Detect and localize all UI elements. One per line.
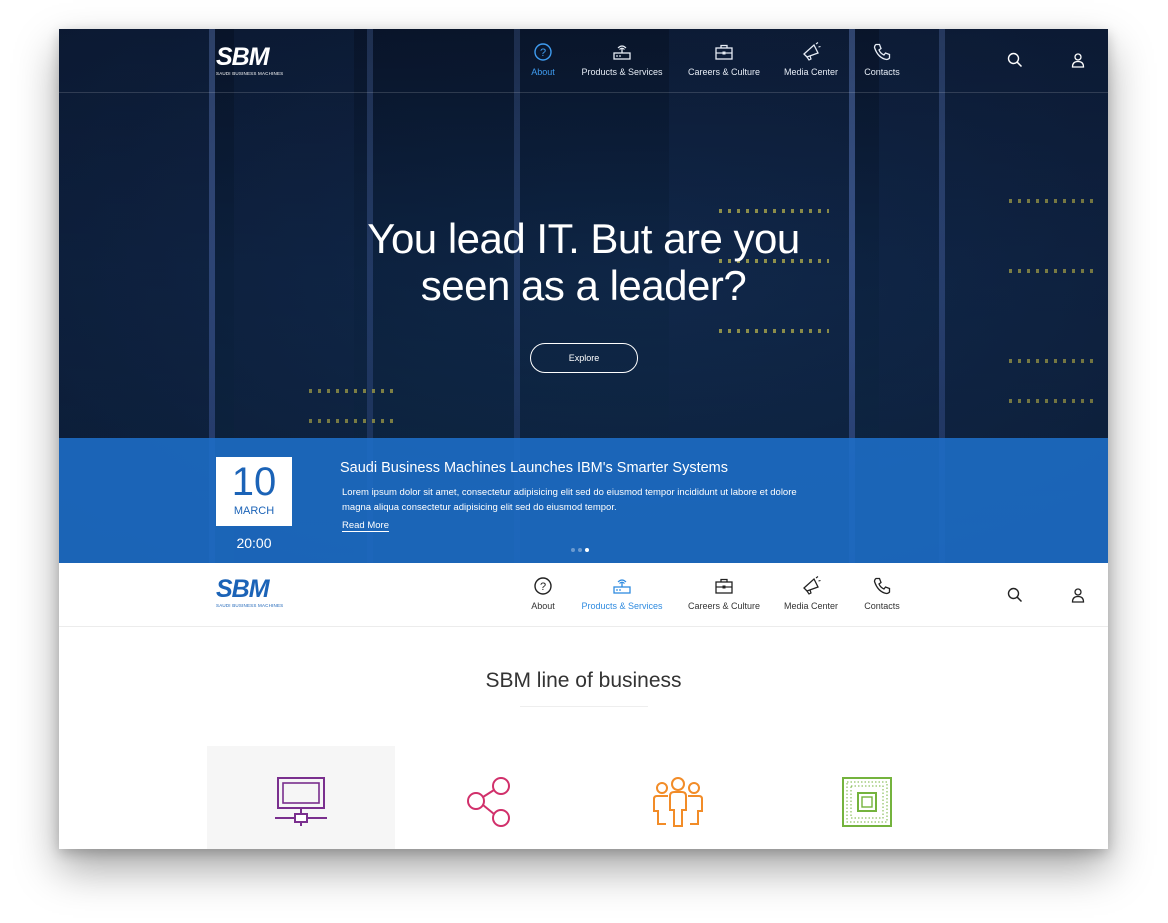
nav-media-center[interactable]: Media Center — [781, 576, 841, 611]
business-tile-connectivity[interactable] — [395, 746, 583, 849]
news-body: Lorem ipsum dolor sit amet, consectetur … — [342, 487, 797, 513]
people-group-icon — [653, 777, 703, 827]
sticky-navbar: SBM SAUDI BUSINESS MACHINES ? About Prod… — [59, 563, 1108, 627]
chip-icon — [842, 777, 892, 827]
nav-careers-culture[interactable]: Careers & Culture — [685, 576, 763, 611]
news-day: 10 — [231, 460, 277, 504]
phone-icon — [873, 43, 891, 61]
carousel-dot[interactable] — [571, 548, 575, 552]
svg-text:?: ? — [540, 581, 546, 593]
share-nodes-icon — [467, 777, 510, 827]
megaphone-icon — [803, 42, 821, 61]
nav-media-center[interactable]: Media Center — [781, 42, 841, 77]
nav-products-services[interactable]: Products & Services — [579, 576, 665, 611]
read-more-link[interactable]: Read More — [342, 520, 389, 532]
explore-button[interactable]: Explore — [530, 343, 638, 373]
briefcase-icon — [715, 578, 733, 594]
browser-frame: SBM SAUDI BUSINESS MACHINES ? About Prod… — [59, 29, 1108, 849]
hero-navbar: SBM SAUDI BUSINESS MACHINES ? About Prod… — [59, 29, 1108, 93]
search-icon[interactable] — [1007, 52, 1023, 68]
nav-contacts[interactable]: Contacts — [859, 42, 905, 77]
user-icon[interactable] — [1070, 52, 1086, 68]
news-title[interactable]: Saudi Business Machines Launches IBM's S… — [340, 460, 728, 476]
hero-headline: You lead IT. But are you seen as a leade… — [59, 215, 1108, 309]
hero-headline-line2: seen as a leader? — [420, 262, 747, 309]
megaphone-icon — [803, 576, 821, 595]
hero-headline-line1: You lead IT. But are you — [367, 215, 800, 262]
router-icon — [613, 579, 631, 594]
phone-icon — [873, 577, 891, 595]
carousel-dot[interactable] — [578, 548, 582, 552]
search-icon[interactable] — [1007, 587, 1023, 603]
briefcase-icon — [715, 44, 733, 60]
business-tile-people[interactable] — [583, 746, 771, 849]
question-circle-icon: ? — [534, 43, 552, 61]
nav-products-services[interactable]: Products & Services — [579, 42, 665, 77]
business-tile-hardware[interactable] — [771, 746, 959, 849]
business-tile-computing[interactable] — [207, 746, 395, 849]
router-icon — [613, 45, 631, 60]
carousel-dots — [571, 539, 592, 557]
nav-careers-culture[interactable]: Careers & Culture — [685, 42, 763, 77]
nav-contacts[interactable]: Contacts — [859, 576, 905, 611]
section-divider — [520, 706, 648, 707]
section-title: SBM line of business — [485, 669, 682, 692]
nav-about[interactable]: ? About — [523, 42, 563, 77]
news-month: MARCH — [233, 505, 275, 517]
news-date-badge: 10 MARCH — [216, 457, 292, 526]
nav-about[interactable]: ? About — [523, 576, 563, 611]
hero-banner: SBM SAUDI BUSINESS MACHINES ? About Prod… — [59, 29, 1108, 563]
news-carousel: 10 MARCH 20:00 Saudi Business Machines L… — [59, 438, 1108, 563]
question-circle-icon: ? — [534, 577, 552, 595]
computer-network-icon — [275, 777, 327, 826]
carousel-dot-active[interactable] — [585, 548, 589, 552]
svg-text:?: ? — [540, 47, 546, 59]
user-icon[interactable] — [1070, 587, 1086, 603]
news-time: 20:00 — [236, 535, 272, 551]
